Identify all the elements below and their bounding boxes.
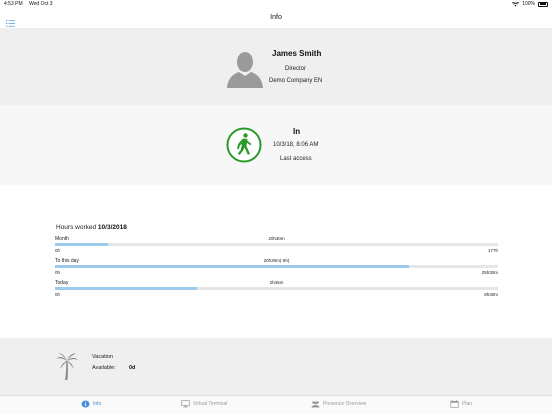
profile-section: James Smith Director Demo Company EN [0, 28, 552, 105]
stat-max: 8h30m [484, 292, 498, 297]
stat-value: 20h30m(-5h) [263, 258, 290, 263]
avatar-icon [227, 52, 263, 88]
stat-row-month: Month 20h30m 0h 177h [55, 236, 498, 259]
progress-track [55, 243, 498, 246]
battery-percent: 100% [522, 1, 535, 7]
info-circle-icon [81, 400, 90, 408]
stat-row-to-this-day: To this day 20h30m(-5h) 0h 25h30m [55, 258, 498, 281]
progress-fill [55, 287, 197, 290]
palm-tree-icon [56, 353, 78, 380]
progress-track [55, 265, 498, 268]
vacation-title: Vacation [92, 354, 113, 360]
hours-section: Hours worked 10/3/2018 Month 20h30m 0h 1… [0, 185, 552, 338]
presence-section: In 10/3/18, 8:06 AM Last access [0, 105, 552, 185]
tab-label: Info [93, 401, 102, 407]
status-bar: 4:53 PM Wed Oct 3 100% [0, 0, 552, 8]
nav-bar: Info [0, 8, 552, 28]
stat-max: 177h [487, 248, 498, 253]
person-role: Director [285, 66, 307, 72]
calendar-icon [450, 400, 459, 408]
presence-datetime: 10/3/18, 8:06 AM [273, 142, 319, 148]
people-icon [311, 401, 320, 408]
tab-bar: Info Virtual Terminal Presence Overview … [0, 395, 552, 414]
tab-virtual-terminal[interactable]: Virtual Terminal [181, 400, 227, 408]
stat-min: 0h [55, 292, 61, 297]
vacation-available-value: 0d [129, 365, 136, 371]
presence-caption: Last access [280, 156, 312, 162]
tab-presence-overview[interactable]: Presence Overview [311, 400, 366, 408]
person-company: Demo Company EN [269, 78, 323, 84]
stat-value: 20h30m [268, 236, 285, 241]
hours-title-prefix: Hours worked [56, 224, 97, 231]
status-date: Wed Oct 3 [29, 1, 53, 7]
progress-track [55, 287, 498, 290]
hours-title-date: 10/3/2018 [97, 224, 127, 231]
tab-label: Plan [462, 401, 473, 407]
presence-status: In [293, 127, 301, 136]
page-title: Info [270, 14, 282, 21]
stat-row-today: Today 2h45m 0h 8h30m [55, 280, 498, 303]
tab-label: Virtual Terminal [193, 401, 228, 407]
tab-info[interactable]: Info [81, 400, 101, 408]
progress-fill [55, 265, 410, 268]
stat-min: 0h [55, 248, 61, 253]
stat-max: 25h30m [481, 270, 498, 275]
battery-icon [538, 1, 548, 7]
walking-person-icon [226, 127, 262, 163]
hours-title: Hours worked 10/3/2018 [56, 224, 127, 231]
tab-plan[interactable]: Plan [450, 400, 472, 408]
vacation-available-label: Available: [92, 365, 116, 371]
status-time: 4:53 PM [4, 1, 23, 7]
tab-label: Presence Overview [323, 401, 367, 407]
stat-min: 0h [55, 270, 61, 275]
wifi-icon [512, 1, 520, 6]
progress-fill [55, 243, 109, 246]
person-name: James Smith [272, 49, 322, 58]
vacation-section: Vacation Available: 0d [0, 338, 552, 395]
stat-value: 2h45m [269, 280, 284, 285]
monitor-icon [181, 400, 190, 408]
list-icon [6, 20, 15, 27]
